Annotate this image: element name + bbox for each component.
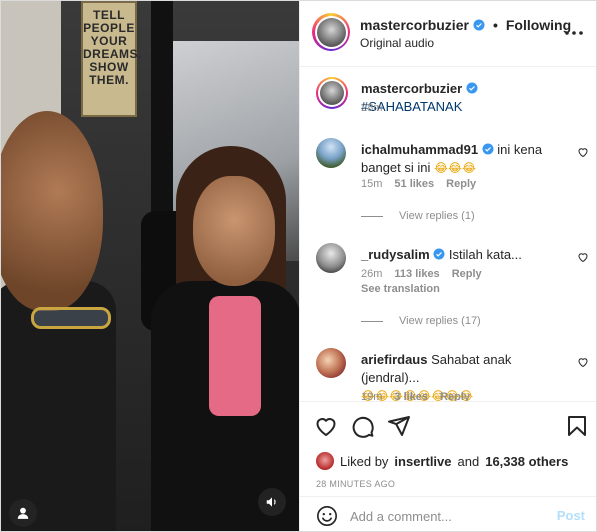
audio-link[interactable]: Original audio — [360, 36, 434, 50]
liker-username[interactable]: insertlive — [394, 454, 451, 469]
commenter-username[interactable]: ariefirdaus — [361, 352, 427, 367]
reply-button[interactable]: Reply — [452, 268, 482, 280]
caption-author-avatar[interactable] — [316, 77, 348, 109]
commenter-avatar[interactable] — [316, 243, 346, 273]
post-side-panel: mastercorbuzier • Following Original aud… — [299, 1, 596, 531]
caption-username[interactable]: mastercorbuzier — [361, 81, 462, 96]
add-comment-bar: Post — [300, 496, 596, 531]
tagged-users-button[interactable] — [9, 499, 37, 527]
comment-time: 15m — [361, 178, 383, 190]
post-header: mastercorbuzier • Following Original aud… — [300, 1, 596, 67]
comment-time: 26m — [361, 268, 383, 280]
commenter-username[interactable]: ichalmuhammad91 — [361, 142, 478, 157]
comment-time: 19m — [361, 391, 383, 401]
verified-badge-icon — [473, 19, 485, 31]
reply-button[interactable]: Reply — [446, 178, 476, 190]
more-horizontal-icon — [565, 31, 583, 35]
following-button[interactable]: Following — [506, 17, 571, 33]
more-options-button[interactable] — [563, 23, 585, 43]
share-paper-plane-icon[interactable] — [387, 414, 411, 438]
comment-likes[interactable]: 113 likes — [394, 268, 439, 280]
likes-count-link[interactable]: 16,338 others — [485, 454, 568, 469]
like-comment-heart-icon[interactable] — [577, 251, 589, 263]
see-translation-button[interactable]: See translation — [361, 283, 440, 295]
liker-avatar[interactable] — [316, 452, 334, 470]
mute-toggle-button[interactable] — [258, 488, 286, 516]
girl-figure — [151, 146, 299, 531]
comment-likes[interactable]: 3 likes — [394, 391, 428, 401]
post-comment-button[interactable]: Post — [557, 508, 585, 523]
verified-badge-icon — [466, 82, 478, 94]
comment-text: Istilah kata... — [448, 247, 522, 262]
wall-sign: TELL PEOPLE YOUR DREAMS. SHOW THEM. — [81, 1, 141, 117]
comments-list[interactable]: mastercorbuzier #SAHABATANAK 28m ichalmu… — [300, 67, 596, 401]
speaker-icon — [266, 497, 276, 507]
instagram-post-dialog: TELL PEOPLE YOUR DREAMS. SHOW THEM. mast… — [0, 0, 597, 532]
comment-bubble-icon[interactable] — [351, 414, 375, 438]
comment-likes[interactable]: 51 likes — [394, 178, 434, 190]
save-bookmark-icon[interactable] — [565, 414, 589, 438]
like-comment-heart-icon[interactable] — [577, 356, 589, 368]
like-heart-icon[interactable] — [314, 414, 338, 438]
man-figure — [1, 111, 121, 531]
user-icon — [17, 507, 29, 519]
commenter-username[interactable]: _rudysalim — [361, 247, 430, 262]
verified-badge-icon — [482, 143, 494, 155]
likes-summary: Liked by insertlive and 16,338 others — [316, 452, 568, 470]
author-username[interactable]: mastercorbuzier — [360, 17, 469, 33]
sunglasses — [31, 307, 111, 329]
commenter-avatar[interactable] — [316, 348, 346, 378]
verified-badge-icon — [433, 248, 445, 260]
emoji-picker-icon[interactable] — [316, 505, 338, 527]
post-timestamp[interactable]: 28 MINUTES AGO — [316, 479, 395, 489]
comment-emoji: 😂😂😂 — [434, 161, 477, 175]
comment-input[interactable] — [350, 506, 540, 526]
post-actions-bar — [300, 401, 596, 447]
comment-text: ini kena — [497, 142, 543, 157]
author-avatar[interactable] — [312, 13, 350, 51]
view-replies-button[interactable]: View replies (1) — [361, 210, 475, 222]
like-comment-heart-icon[interactable] — [577, 146, 589, 158]
reply-button[interactable]: Reply — [440, 391, 470, 401]
caption-time: 28m — [361, 102, 383, 114]
view-replies-button[interactable]: View replies (17) — [361, 315, 481, 327]
post-video[interactable]: TELL PEOPLE YOUR DREAMS. SHOW THEM. — [1, 1, 299, 531]
commenter-avatar[interactable] — [316, 138, 346, 168]
